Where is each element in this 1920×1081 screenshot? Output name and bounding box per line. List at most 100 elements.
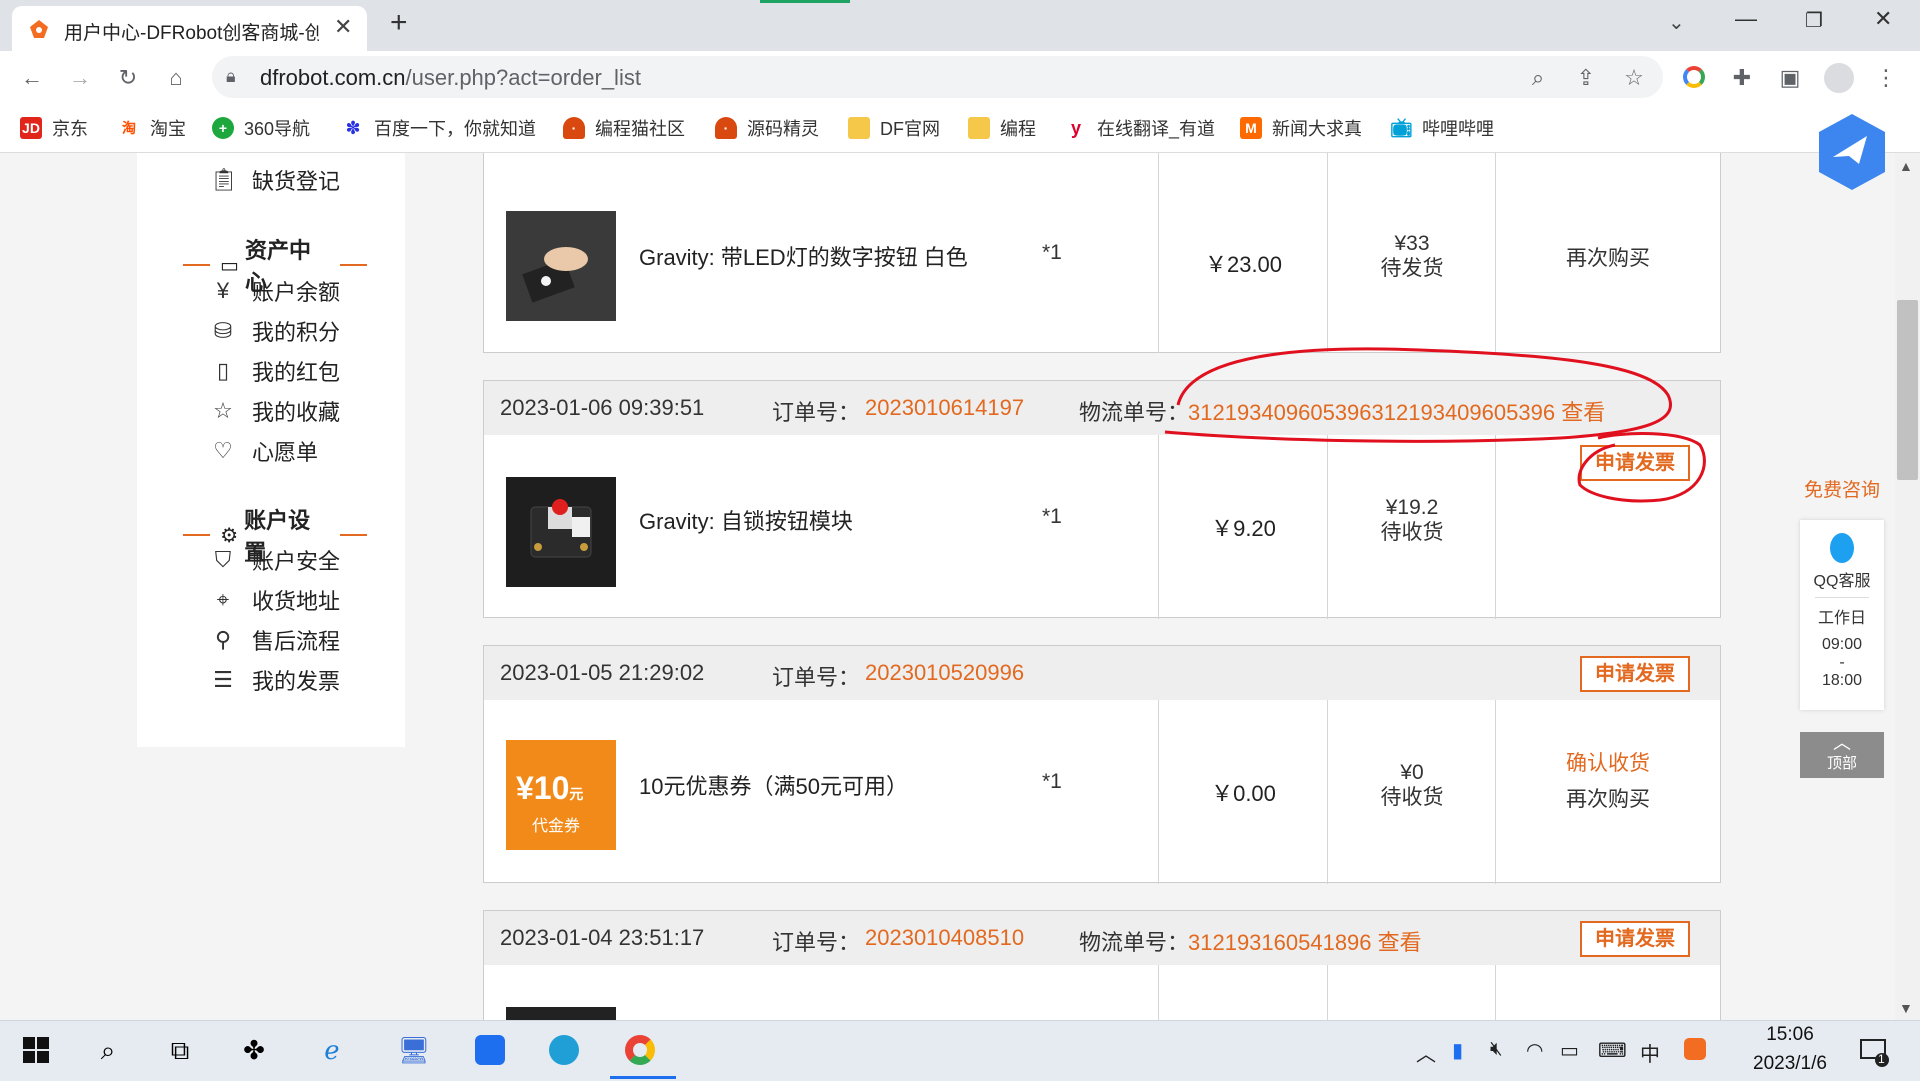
bookmark-youdao[interactable]: y 在线翻译_有道 <box>1065 115 1215 141</box>
reload-icon[interactable]: ↻ <box>110 60 146 96</box>
product-thumbnail[interactable] <box>506 477 616 587</box>
tray-feishu-icon[interactable]: ▮ <box>1452 1038 1463 1063</box>
apply-invoice-button[interactable]: 申请发票 <box>1580 656 1690 692</box>
sidebar-item-after-sales[interactable]: ⚲ 售后流程 <box>210 624 340 656</box>
sidebar-item-security[interactable]: ⛉ 账户安全 <box>210 544 340 576</box>
product-thumbnail[interactable] <box>506 1007 616 1020</box>
coupon-thumbnail[interactable]: ¥10元 代金券 <box>506 740 616 850</box>
feishu-app-icon[interactable] <box>470 1030 510 1070</box>
view-tracking-link[interactable]: 查看 <box>1378 930 1422 955</box>
extensions-puzzle-icon[interactable]: ✚ <box>1724 60 1760 96</box>
sidebar-item-invoices[interactable]: ☰ 我的发票 <box>210 664 340 696</box>
bookmark-news[interactable]: M 新闻大求真 <box>1240 115 1362 141</box>
home-icon[interactable]: ⌂ <box>158 60 194 96</box>
sidebar-item-balance[interactable]: ¥ 账户余额 <box>210 275 340 307</box>
url-host: dfrobot.com.cn <box>260 65 406 90</box>
keyboard-icon[interactable]: ⌨ <box>1598 1038 1627 1063</box>
tray-overflow-chevron-icon[interactable]: ︿ <box>1416 1038 1436 1067</box>
remote-app-icon[interactable]: 🖥︎ <box>394 1030 434 1070</box>
extension-colorful-icon[interactable] <box>1683 66 1705 88</box>
search-icon[interactable]: ⌕ <box>88 1030 128 1070</box>
sidebar-item-favorites[interactable]: ☆ 我的收藏 <box>210 395 340 427</box>
ime-indicator[interactable]: 中 <box>1640 1038 1660 1067</box>
view-tracking-link[interactable]: 查看 <box>1561 400 1605 425</box>
shipping-number-label: 物流单号： <box>1079 400 1190 425</box>
shipping-number[interactable]: 312193160541896 查看 <box>1188 925 1422 957</box>
fan-app-icon[interactable]: ✤ <box>234 1030 274 1070</box>
back-to-top-button[interactable]: ︿ 顶部 <box>1800 732 1884 778</box>
qq-penguin-icon[interactable] <box>1826 530 1858 566</box>
side-panel-icon[interactable]: ▣ <box>1772 60 1808 96</box>
buy-again-link[interactable]: 再次购买 <box>1496 241 1720 277</box>
window-close-icon[interactable]: ✕ <box>1874 6 1892 32</box>
product-name[interactable]: Gravity: 带LED灯的数字按钮 白色 <box>639 240 968 272</box>
bookmark-360[interactable]: +360导航 <box>212 115 310 141</box>
profile-avatar-icon[interactable] <box>1824 63 1854 93</box>
url-text: dfrobot.com.cn/user.php?act=order_list <box>260 65 641 91</box>
bookmark-bilibili[interactable]: 📺︎ 哔哩哔哩 <box>1390 115 1494 141</box>
assistant-bird-icon[interactable] <box>1815 112 1889 192</box>
battery-icon[interactable]: ▭ <box>1560 1038 1579 1063</box>
product-price: ￥23.00 <box>1204 252 1283 277</box>
task-view-icon[interactable]: ⧉ <box>160 1030 200 1070</box>
product-name[interactable]: Gravity: 自锁按钮模块 <box>639 504 853 536</box>
bookmark-baidu[interactable]: ✽ 百度一下，你就知道 <box>342 115 536 141</box>
sidebar-item-address[interactable]: ⌖ 收货地址 <box>210 584 340 616</box>
order-number[interactable]: 2023010520996 <box>865 660 1024 686</box>
bookmark-taobao[interactable]: 淘淘宝 <box>118 115 186 141</box>
sogou-input-icon[interactable] <box>1684 1038 1706 1066</box>
clock-time[interactable]: 15:06 <box>1755 1024 1825 1046</box>
sidebar-item-out-of-stock[interactable]: 📋︎ 缺货登记 <box>210 164 340 196</box>
shipping-number-value: 312193160541896 <box>1188 930 1372 955</box>
order-total: ¥33 <box>1394 232 1430 255</box>
time-dash: - <box>1839 654 1845 671</box>
notification-center-icon[interactable]: 1 <box>1858 1036 1890 1068</box>
product-thumbnail[interactable] <box>506 211 616 321</box>
sidebar-item-points[interactable]: ⛁ 我的积分 <box>210 315 340 347</box>
menu-kebab-icon[interactable]: ⋮ <box>1868 60 1904 96</box>
shipping-number[interactable]: 312193409605396312193409605396 查看 <box>1188 395 1605 427</box>
ie-browser-icon[interactable]: ℯ <box>312 1030 352 1070</box>
folder-icon <box>848 117 870 139</box>
buy-again-link[interactable]: 再次购买 <box>1496 782 1720 818</box>
bookmark-programming-folder[interactable]: 编程 <box>968 115 1036 141</box>
bookmark-jd[interactable]: JD 京东 <box>20 115 88 141</box>
new-tab-button[interactable]: + <box>390 6 408 40</box>
page-scrollbar[interactable] <box>1895 153 1920 1020</box>
sidebar-item-wishlist[interactable]: ♡ 心愿单 <box>210 435 318 467</box>
windows-start-icon[interactable] <box>16 1030 56 1070</box>
clock-date[interactable]: 2023/1/6 <box>1735 1053 1845 1075</box>
lock-icon[interactable]: 🔒︎ <box>226 66 236 87</box>
qq-service-label[interactable]: QQ客服 <box>1800 567 1884 591</box>
volume-muted-icon[interactable]: 🔇︎ <box>1490 1038 1503 1061</box>
order-number[interactable]: 2023010614197 <box>865 395 1024 421</box>
dfrobot-favicon-icon <box>28 18 50 40</box>
confirm-receipt-link[interactable]: 确认收货 <box>1496 746 1720 782</box>
share-icon[interactable]: ⇪ <box>1568 60 1604 96</box>
tab-search-chevron-icon[interactable]: ⌄ <box>1668 10 1685 35</box>
scroll-down-arrow-icon[interactable]: ▼ <box>1899 1000 1913 1016</box>
zoom-icon[interactable]: ⌕ <box>1520 60 1556 96</box>
apply-invoice-button[interactable]: 申请发票 <box>1580 445 1690 481</box>
restore-icon[interactable]: ❐ <box>1805 8 1823 33</box>
minimize-icon[interactable]: — <box>1735 6 1757 32</box>
wifi-icon[interactable]: ◠ <box>1526 1038 1543 1063</box>
scrollbar-thumb[interactable] <box>1897 300 1918 480</box>
product-name[interactable]: 10元优惠券（满50元可用） <box>639 769 908 801</box>
bookmark-df-folder[interactable]: DF官网 <box>848 115 940 141</box>
free-consult-label[interactable]: 免费咨询 <box>1800 475 1884 502</box>
back-arrow-icon[interactable]: ← <box>14 60 50 96</box>
bookmark-codespirit[interactable]: · 源码精灵 <box>715 115 819 141</box>
chrome-browser-icon[interactable] <box>620 1030 660 1070</box>
bookmark-codemao[interactable]: · 编程猫社区 <box>563 115 685 141</box>
scroll-up-arrow-icon[interactable]: ▲ <box>1899 158 1913 174</box>
forward-arrow-icon[interactable]: → <box>62 60 98 96</box>
apply-invoice-button[interactable]: 申请发票 <box>1580 921 1690 957</box>
edge-browser-icon[interactable] <box>544 1030 584 1070</box>
bookmark-star-icon[interactable]: ☆ <box>1616 60 1652 96</box>
tab-close-icon[interactable]: ✕ <box>334 14 352 40</box>
open-time: 09:00 <box>1821 636 1863 653</box>
browser-tab[interactable]: 用户中心-DFRobot创客商城-创客 ✕ <box>12 6 367 51</box>
sidebar-item-redpacket[interactable]: ▯ 我的红包 <box>210 355 340 387</box>
order-number[interactable]: 2023010408510 <box>865 925 1024 951</box>
